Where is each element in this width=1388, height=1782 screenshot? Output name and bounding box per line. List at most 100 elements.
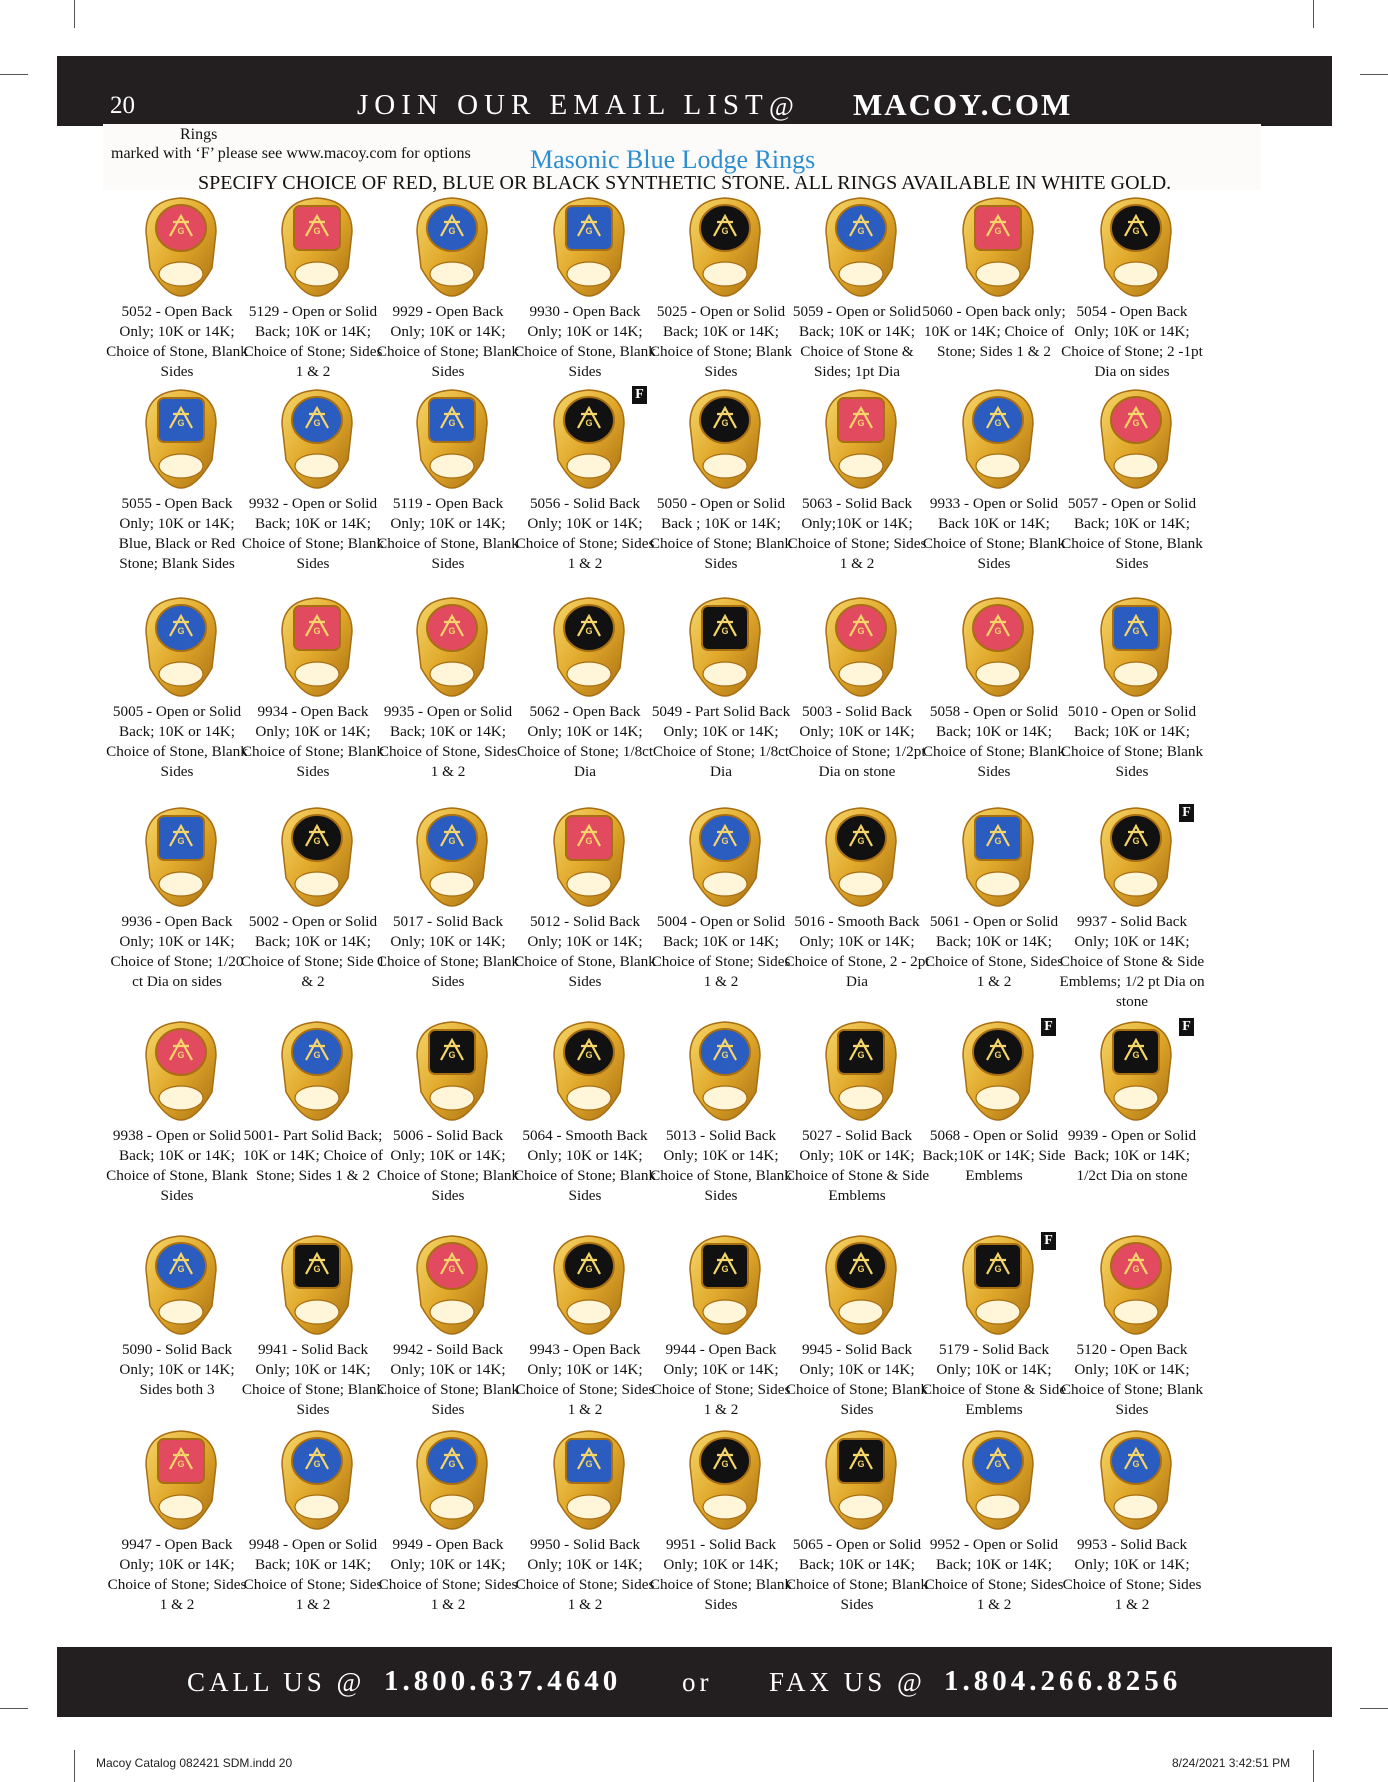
svg-text:G: G — [1132, 1264, 1139, 1274]
footer-bar: CALL US @ 1.800.637.4640 or FAX US @ 1.8… — [57, 1647, 1332, 1717]
svg-text:G: G — [994, 226, 1001, 236]
ring-image: G — [670, 802, 780, 912]
svg-text:G: G — [585, 418, 592, 428]
ring-image: G — [126, 1425, 236, 1535]
ring-image: G — [1081, 192, 1191, 302]
ring-image: G — [397, 192, 507, 302]
ring-image: G — [534, 1425, 644, 1535]
svg-text:G: G — [448, 626, 455, 636]
svg-text:G: G — [857, 1050, 864, 1060]
ring-image: G — [670, 592, 780, 702]
svg-text:G: G — [177, 226, 184, 236]
crop-mark — [74, 0, 75, 28]
ring-caption: 9938 - Open or Solid Back; 10K or 14K; C… — [106, 1127, 248, 1204]
ring-caption: 5010 - Open or Solid Back; 10K or 14K; C… — [1060, 703, 1204, 780]
call-label: CALL US @ — [187, 1667, 366, 1697]
ring-caption: 5003 - Solid Back Only; 10K or 14K; Choi… — [788, 703, 926, 780]
svg-text:G: G — [857, 1459, 864, 1469]
ring-image: G — [262, 592, 372, 702]
ring-caption: 5119 - Open Back Only; 10K or 14K; Choic… — [377, 495, 519, 572]
svg-text:G: G — [313, 836, 320, 846]
header-bar: 20 JOIN OUR EMAIL LIST @ MACOY.COM — [57, 56, 1332, 126]
ring-caption: 5054 - Open Back Only; 10K or 14K; Choic… — [1061, 303, 1203, 380]
options-note: marked with ‘F’ please see www.macoy.com… — [111, 145, 471, 162]
phone-number[interactable]: 1.800.637.4640 — [384, 1665, 621, 1698]
ring-caption: 5062 - Open Back Only; 10K or 14K; Choic… — [516, 703, 654, 780]
ring-image: G — [262, 1425, 372, 1535]
ring-image: G — [534, 1230, 644, 1340]
ring-caption: 9939 - Open or Solid Back; 10K or 14K; 1… — [1067, 1127, 1197, 1184]
ring-image: G — [397, 1230, 507, 1340]
svg-text:G: G — [313, 1050, 320, 1060]
ring-caption: 5002 - Open or Solid Back; 10K or 14K; C… — [240, 913, 386, 990]
svg-text:G: G — [1132, 1459, 1139, 1469]
ring-caption: 9933 - Open or Solid Back 10K or 14K; Ch… — [922, 495, 1066, 572]
ring-image: G — [126, 192, 236, 302]
ring-caption: 5013 - Solid Back Only; 10K or 14K; Choi… — [650, 1127, 792, 1204]
f-options-badge: F — [1179, 804, 1194, 822]
ring-image: G — [806, 1425, 916, 1535]
svg-text:G: G — [857, 626, 864, 636]
ring-caption: 9948 - Open or Solid Back; 10K or 14K; C… — [243, 1536, 383, 1613]
fax-number: 1.804.266.8256 — [944, 1665, 1182, 1697]
ring-caption: 5027 - Solid Back Only; 10K or 14K; Choi… — [784, 1127, 930, 1204]
ring-image: G — [397, 1425, 507, 1535]
svg-text:G: G — [994, 1050, 1001, 1060]
crop-mark — [1313, 0, 1314, 28]
ring-image: G — [534, 384, 644, 494]
ring-image: G — [806, 802, 916, 912]
ring-image: G — [943, 1230, 1053, 1340]
ring-image: G — [126, 1230, 236, 1340]
svg-text:G: G — [721, 626, 728, 636]
ring-image: G — [806, 192, 916, 302]
svg-text:G: G — [721, 1050, 728, 1060]
svg-text:G: G — [721, 1264, 728, 1274]
ring-caption: 5059 - Open or Solid Back; 10K or 14K; C… — [792, 303, 922, 380]
at-sign: @ — [769, 91, 794, 121]
ring-image: G — [670, 384, 780, 494]
ring-caption: 5065 - Open or Solid Back; 10K or 14K; C… — [785, 1536, 929, 1613]
ring-caption: 9945 - Solid Back Only; 10K or 14K; Choi… — [785, 1341, 929, 1418]
ring-image: G — [262, 192, 372, 302]
svg-text:G: G — [585, 836, 592, 846]
svg-text:G: G — [313, 226, 320, 236]
ring-image: G — [534, 192, 644, 302]
ring-caption: 9930 - Open Back Only; 10K or 14K; Choic… — [514, 303, 656, 380]
svg-text:G: G — [585, 626, 592, 636]
fax-label: FAX US @ — [769, 1667, 926, 1697]
ring-caption: 9953 - Solid Back Only; 10K or 14K; Choi… — [1062, 1536, 1202, 1613]
svg-text:G: G — [177, 1264, 184, 1274]
ring-image: G — [670, 192, 780, 302]
ring-image: G — [943, 592, 1053, 702]
ring-image: G — [534, 1016, 644, 1126]
ring-image: G — [670, 1230, 780, 1340]
ring-image: G — [126, 592, 236, 702]
ring-caption: 5017 - Solid Back Only; 10K or 14K; Choi… — [376, 913, 520, 990]
ring-caption: 5058 - Open or Solid Back; 10K or 14K; C… — [922, 703, 1066, 780]
ring-image: G — [806, 1230, 916, 1340]
svg-text:G: G — [313, 626, 320, 636]
ring-image: G — [262, 384, 372, 494]
ring-image: G — [126, 802, 236, 912]
ring-caption: 9949 - Open Back Only; 10K or 14K; Choic… — [378, 1536, 518, 1613]
ring-caption: 5050 - Open or Solid Back ; 10K or 14K; … — [649, 495, 793, 572]
ring-caption: 5056 - Solid Back Only; 10K or 14K; Choi… — [515, 495, 655, 572]
svg-text:G: G — [177, 1459, 184, 1469]
svg-text:G: G — [994, 626, 1001, 636]
ring-caption: 9941 - Solid Back Only; 10K or 14K; Choi… — [241, 1341, 385, 1418]
site-link[interactable]: MACOY.COM — [853, 87, 1072, 123]
svg-text:G: G — [177, 418, 184, 428]
ring-caption: 9947 - Open Back Only; 10K or 14K; Choic… — [107, 1536, 247, 1613]
ring-caption: 5068 - Open or Solid Back;10K or 14K; Si… — [922, 1127, 1066, 1184]
f-options-badge: F — [632, 386, 647, 404]
ring-image: G — [943, 384, 1053, 494]
ring-caption: 5060 - Open back only; 10K or 14K; Choic… — [922, 303, 1066, 360]
svg-text:G: G — [313, 418, 320, 428]
ring-image: G — [670, 1016, 780, 1126]
ring-caption: 9942 - Soild Back Only; 10K or 14K; Choi… — [376, 1341, 520, 1418]
ring-image: G — [943, 192, 1053, 302]
ring-caption: 5061 - Open or Solid Back; 10K or 14K; C… — [924, 913, 1064, 990]
ring-caption: 9937 - Solid Back Only; 10K or 14K; Choi… — [1059, 913, 1205, 1010]
svg-text:G: G — [448, 226, 455, 236]
email-list-promo: JOIN OUR EMAIL LIST — [357, 89, 769, 121]
